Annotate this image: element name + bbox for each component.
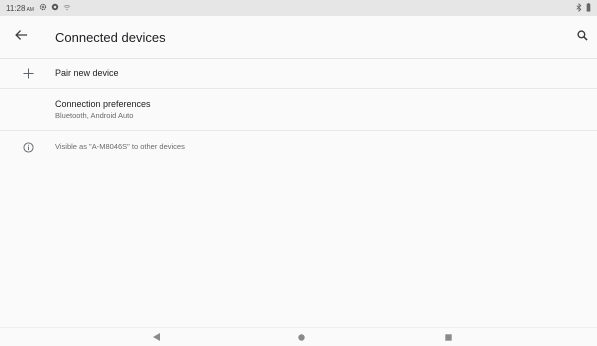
circle-home-icon <box>297 328 305 346</box>
pair-new-device-item[interactable]: Pair new device <box>0 58 597 89</box>
settings-gear-icon <box>39 3 47 13</box>
status-bar: 11:28 AM <box>0 0 597 16</box>
page-title: Connected devices <box>55 30 166 45</box>
status-time-value: 11:28 <box>6 3 26 13</box>
nav-home-button[interactable] <box>296 332 306 342</box>
triangle-back-icon <box>152 328 160 346</box>
shield-icon <box>51 3 59 13</box>
battery-icon <box>586 3 591 14</box>
info-icon <box>21 140 35 154</box>
navigation-bar <box>0 327 597 346</box>
nav-recents-button[interactable] <box>443 332 453 342</box>
search-icon <box>576 28 588 46</box>
nav-back-button[interactable] <box>151 332 161 342</box>
connection-preferences-summary: Bluetooth, Android Auto <box>55 111 134 120</box>
plus-icon <box>21 66 35 80</box>
search-button[interactable] <box>574 29 590 45</box>
back-button[interactable] <box>13 29 29 45</box>
pair-new-device-label: Pair new device <box>55 68 119 78</box>
square-recents-icon <box>444 328 452 346</box>
status-icons-right <box>576 2 591 14</box>
bluetooth-icon <box>576 2 582 14</box>
status-icons-left <box>39 3 71 13</box>
status-time: 11:28 AM <box>6 4 34 13</box>
visibility-info-item: Visible as "A-M8046S" to other devices <box>0 131 597 161</box>
wifi-icon <box>63 4 71 13</box>
connection-preferences-label: Connection preferences <box>55 99 151 109</box>
connection-preferences-item[interactable]: Connection preferences Bluetooth, Androi… <box>0 89 597 131</box>
app-bar: Connected devices <box>0 16 597 59</box>
visibility-info-text: Visible as "A-M8046S" to other devices <box>55 142 185 151</box>
status-time-ampm: AM <box>26 6 34 13</box>
arrow-back-icon <box>14 28 28 46</box>
